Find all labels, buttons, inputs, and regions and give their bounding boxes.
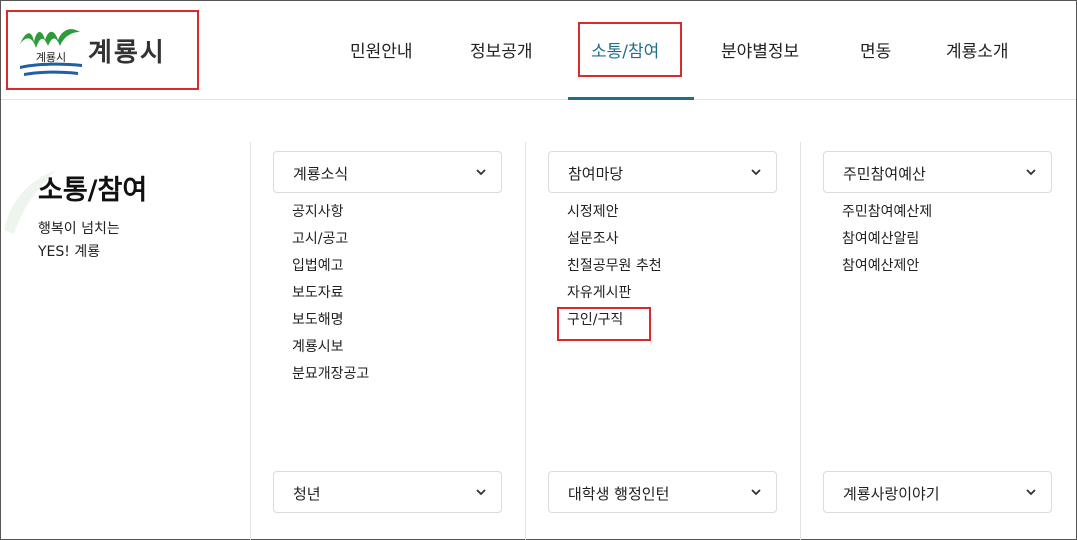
column-divider (250, 142, 251, 540)
section-title: 소통/참여 (38, 175, 148, 206)
chevron-down-icon (476, 169, 486, 176)
menu-link[interactable]: 설문조사 (567, 232, 662, 259)
nav-active-underline (568, 97, 694, 100)
menu-link[interactable]: 보도자료 (292, 286, 369, 313)
dropdown-intern[interactable]: 대학생 행정인턴 (548, 471, 777, 513)
menu-link[interactable]: 입법예고 (292, 259, 369, 286)
emblem-text: 계룡시 (36, 51, 66, 64)
job-link-highlight (557, 307, 651, 341)
dropdown-participation[interactable]: 참여마당 (548, 151, 777, 193)
dropdown-youth[interactable]: 청년 (273, 471, 502, 513)
logo-name: 계룡시 (88, 38, 166, 68)
menu-link[interactable]: 공지사항 (292, 205, 369, 232)
dropdown-news[interactable]: 계룡소식 (273, 151, 502, 193)
dropdown-label: 참여마당 (568, 165, 624, 183)
nav-item-civil[interactable]: 민원안내 (350, 37, 413, 62)
dropdown-label: 청년 (293, 485, 321, 503)
dropdown-story[interactable]: 계룡사랑이야기 (823, 471, 1052, 513)
chevron-down-icon (751, 489, 761, 496)
site-header: 계룡시 계룡시 민원안내 정보공개 소통/참여 분야별정보 면동 계룡소개 (1, 1, 1076, 100)
menu-news: 공지사항 고시/공고 입법예고 보도자료 보도해명 계룡시보 분묘개장공고 (292, 205, 369, 394)
column-divider (800, 142, 801, 540)
nav-item-town[interactable]: 면동 (860, 37, 891, 62)
city-emblem-icon: 계룡시 (20, 29, 82, 76)
dropdown-label: 대학생 행정인턴 (568, 485, 670, 503)
menu-budget: 주민참여예산제 참여예산알림 참여예산제안 (842, 205, 932, 286)
menu-link[interactable]: 참여예산알림 (842, 232, 932, 259)
section-description: 행복이 넘치는 YES! 계룡 (38, 218, 218, 264)
menu-link[interactable]: 친절공무원 추천 (567, 259, 662, 286)
dropdown-label: 계룡사랑이야기 (843, 485, 940, 503)
site-logo[interactable]: 계룡시 계룡시 (6, 10, 199, 90)
menu-link[interactable]: 고시/공고 (292, 232, 369, 259)
column-divider (525, 142, 526, 540)
dropdown-label: 계룡소식 (293, 165, 349, 183)
section-desc-line: 행복이 넘치는 (38, 221, 120, 237)
chevron-down-icon (1026, 489, 1036, 496)
dropdown-label: 주민참여예산 (843, 165, 926, 183)
chevron-down-icon (1026, 169, 1036, 176)
menu-link[interactable]: 계룡시보 (292, 340, 369, 367)
nav-active-highlight (578, 22, 682, 77)
menu-link[interactable]: 참여예산제안 (842, 259, 932, 286)
menu-link[interactable]: 주민참여예산제 (842, 205, 932, 232)
nav-item-about[interactable]: 계룡소개 (946, 37, 1009, 62)
section-desc-line: YES! 계룡 (38, 244, 101, 260)
dropdown-budget[interactable]: 주민참여예산 (823, 151, 1052, 193)
chevron-down-icon (476, 489, 486, 496)
menu-link[interactable]: 분묘개장공고 (292, 367, 369, 394)
menu-link[interactable]: 보도해명 (292, 313, 369, 340)
nav-item-field-info[interactable]: 분야별정보 (721, 37, 799, 62)
nav-item-info[interactable]: 정보공개 (470, 37, 533, 62)
chevron-down-icon (751, 169, 761, 176)
menu-link[interactable]: 시정제안 (567, 205, 662, 232)
